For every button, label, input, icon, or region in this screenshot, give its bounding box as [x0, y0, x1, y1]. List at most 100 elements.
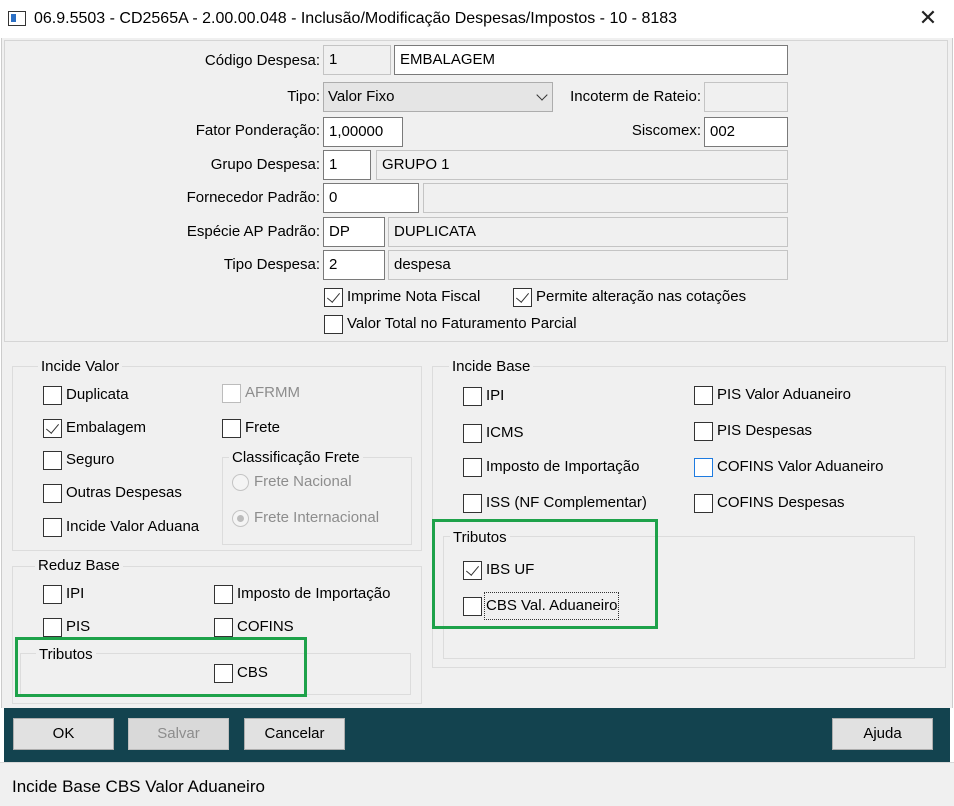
radio-circle: [232, 473, 249, 491]
codigo-label: Código Despesa:: [204, 52, 320, 69]
incide-ipi-checkbox[interactable]: IPI: [463, 384, 504, 408]
checkbox-box[interactable]: [463, 423, 482, 443]
tipo-select[interactable]: Valor Fixo: [323, 82, 553, 112]
duplicata-checkbox[interactable]: Duplicata: [43, 383, 129, 407]
status-text: Incide Base CBS Valor Aduaneiro: [12, 777, 265, 796]
fornecedor-field[interactable]: 0: [323, 183, 419, 213]
valor-total-label: Valor Total no Faturamento Parcial: [347, 315, 577, 332]
cofins-despesas-checkbox[interactable]: COFINS Despesas: [694, 491, 845, 515]
checkbox-box[interactable]: [43, 418, 62, 438]
grupo-desc-field[interactable]: GRUPO 1: [376, 150, 788, 180]
tipo-label: Tipo:: [287, 88, 320, 105]
ok-button[interactable]: OK: [13, 718, 114, 750]
incide-imposto-importacao-checkbox[interactable]: Imposto de Importação: [463, 455, 639, 479]
reduz-cofins-checkbox[interactable]: COFINS: [214, 615, 294, 639]
tipodesp-field[interactable]: 2: [323, 250, 385, 280]
checkbox-box[interactable]: [43, 517, 62, 537]
permite-alteracao-label: Permite alteração nas cotações: [536, 288, 747, 305]
checkbox-box[interactable]: [694, 493, 713, 513]
seguro-checkbox[interactable]: Seguro: [43, 448, 114, 472]
fornecedor-desc-field[interactable]: [423, 183, 788, 213]
app-window-icon: [8, 11, 26, 26]
reduz-imposto-importacao-checkbox[interactable]: Imposto de Importação: [214, 582, 390, 606]
incide-icms-label: ICMS: [486, 424, 524, 441]
grupo-field[interactable]: 1: [323, 150, 371, 180]
checkbox-box[interactable]: [43, 617, 62, 637]
permite-alteracao-checkbox[interactable]: Permite alteração nas cotações: [513, 285, 746, 309]
cofins-despesas-label: COFINS Despesas: [717, 494, 845, 511]
afrmm-label: AFRMM: [245, 384, 300, 401]
incoterm-field[interactable]: [704, 82, 788, 112]
imprime-nf-label: Imprime Nota Fiscal: [347, 288, 481, 305]
siscomex-field[interactable]: 002: [704, 117, 788, 147]
checkbox-box[interactable]: [694, 421, 713, 441]
pis-valor-aduaneiro-checkbox[interactable]: PIS Valor Aduaneiro: [694, 383, 851, 407]
outras-despesas-label: Outras Despesas: [66, 484, 182, 501]
frete-checkbox[interactable]: Frete: [222, 416, 280, 440]
frete-internacional-label: Frete Internacional: [254, 509, 380, 526]
radio-circle: [232, 509, 249, 527]
fator-field[interactable]: 1,00000: [323, 117, 403, 147]
classificacao-frete-title: Classificação Frete: [229, 448, 363, 468]
incide-aduana-checkbox[interactable]: Incide Valor Aduana: [43, 515, 199, 539]
especie-field[interactable]: DP: [323, 217, 385, 247]
checkbox-box[interactable]: [214, 584, 233, 604]
reduz-pis-checkbox[interactable]: PIS: [43, 615, 90, 639]
pis-valor-aduaneiro-label: PIS Valor Aduaneiro: [717, 386, 851, 403]
checkbox-box[interactable]: [694, 385, 713, 405]
ajuda-button[interactable]: Ajuda: [832, 718, 933, 750]
incide-valor-title: Incide Valor: [38, 357, 123, 377]
pis-despesas-label: PIS Despesas: [717, 422, 813, 439]
frete-nacional-label: Frete Nacional: [254, 473, 352, 490]
iss-checkbox[interactable]: ISS (NF Complementar): [463, 491, 647, 515]
checkbox-box[interactable]: [222, 418, 241, 438]
cancelar-button[interactable]: Cancelar: [244, 718, 345, 750]
duplicata-label: Duplicata: [66, 386, 129, 403]
reduz-ipi-checkbox[interactable]: IPI: [43, 582, 84, 606]
frete-label: Frete: [245, 419, 281, 436]
close-icon[interactable]: ✕: [910, 2, 946, 34]
embalagem-label: Embalagem: [66, 419, 147, 436]
checkbox-box[interactable]: [324, 314, 343, 334]
cofins-valor-aduaneiro-checkbox[interactable]: COFINS Valor Aduaneiro: [694, 455, 883, 479]
checkbox-box[interactable]: [43, 584, 62, 604]
checkbox-box[interactable]: [463, 457, 482, 477]
frete-internacional-radio: Frete Internacional: [232, 506, 379, 530]
reduz-cofins-label: COFINS: [237, 618, 294, 635]
especie-label: Espécie AP Padrão:: [186, 223, 320, 240]
siscomex-label: Siscomex:: [631, 122, 701, 139]
codigo-field[interactable]: 1: [323, 45, 391, 75]
tipodesp-desc-field[interactable]: despesa: [388, 250, 788, 280]
chevron-down-icon: [536, 89, 548, 101]
checkbox-box[interactable]: [214, 617, 233, 637]
checkbox-box[interactable]: [43, 483, 62, 503]
reduz-imposto-importacao-label: Imposto de Importação: [237, 585, 391, 602]
highlight-box: [15, 637, 307, 697]
reduz-ipi-label: IPI: [66, 585, 85, 602]
outras-despesas-checkbox[interactable]: Outras Despesas: [43, 481, 182, 505]
incide-icms-checkbox[interactable]: ICMS: [463, 421, 524, 445]
checkbox-box[interactable]: [463, 493, 482, 513]
cofins-valor-aduaneiro-label: COFINS Valor Aduaneiro: [717, 458, 884, 475]
imprime-nf-checkbox[interactable]: Imprime Nota Fiscal: [324, 285, 480, 309]
valor-total-checkbox[interactable]: Valor Total no Faturamento Parcial: [324, 312, 577, 336]
fator-label: Fator Ponderação:: [195, 122, 320, 139]
checkbox-box[interactable]: [694, 457, 713, 477]
incide-base-title: Incide Base: [449, 357, 534, 377]
reduz-base-title: Reduz Base: [35, 556, 123, 576]
seguro-label: Seguro: [66, 451, 115, 468]
incide-imposto-importacao-label: Imposto de Importação: [486, 458, 640, 475]
codigo-desc-field[interactable]: EMBALAGEM: [394, 45, 788, 75]
especie-desc-field[interactable]: DUPLICATA: [388, 217, 788, 247]
checkbox-box[interactable]: [43, 450, 62, 470]
incide-aduana-label: Incide Valor Aduana: [66, 518, 200, 535]
checkbox-box[interactable]: [324, 287, 343, 307]
embalagem-checkbox[interactable]: Embalagem: [43, 416, 146, 440]
iss-label: ISS (NF Complementar): [486, 494, 647, 511]
checkbox-box[interactable]: [513, 287, 532, 307]
checkbox-box[interactable]: [463, 386, 482, 406]
pis-despesas-checkbox[interactable]: PIS Despesas: [694, 419, 812, 443]
checkbox-box[interactable]: [43, 385, 62, 405]
afrmm-checkbox: AFRMM: [222, 381, 300, 405]
incide-ipi-label: IPI: [486, 387, 505, 404]
